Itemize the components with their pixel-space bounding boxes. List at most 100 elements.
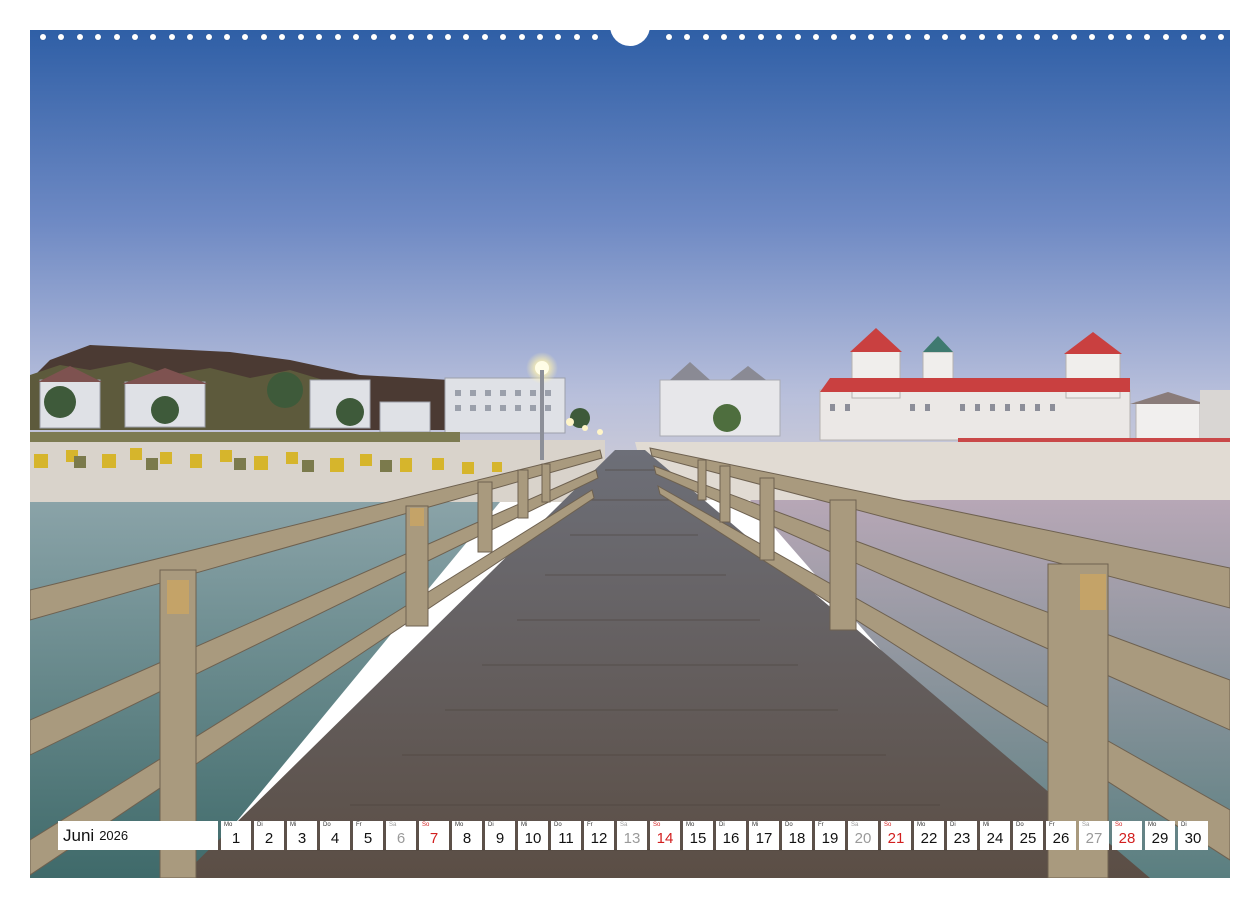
day-number: 3 bbox=[297, 830, 307, 847]
weekday-label: Di bbox=[1181, 822, 1187, 828]
day-cell: Do 11 bbox=[551, 821, 581, 850]
binding-hole bbox=[242, 34, 248, 40]
binding-hole bbox=[353, 34, 359, 40]
weekday-label: So bbox=[884, 822, 892, 828]
day-cell: Di 30 bbox=[1178, 821, 1208, 850]
binding-hole bbox=[77, 34, 83, 40]
binding-hole bbox=[979, 34, 985, 40]
binding-hole bbox=[279, 34, 285, 40]
binding-hole bbox=[224, 34, 230, 40]
binding-hole bbox=[831, 34, 837, 40]
day-number: 17 bbox=[755, 830, 773, 847]
binding-hole bbox=[371, 34, 377, 40]
weekday-label: Fr bbox=[1049, 822, 1055, 828]
binding-hole bbox=[1163, 34, 1169, 40]
binding-hole bbox=[390, 34, 396, 40]
day-cell: Di 16 bbox=[716, 821, 746, 850]
binding-hole bbox=[850, 34, 856, 40]
binding-hole bbox=[463, 34, 469, 40]
day-number: 20 bbox=[854, 830, 872, 847]
binding-hole bbox=[169, 34, 175, 40]
weekday-label: Do bbox=[323, 822, 331, 828]
binding-hole bbox=[187, 34, 193, 40]
day-number: 1 bbox=[231, 830, 241, 847]
day-cell: Do 25 bbox=[1013, 821, 1043, 850]
day-number: 22 bbox=[920, 830, 938, 847]
binding-hole bbox=[114, 34, 120, 40]
binding-hole bbox=[1218, 34, 1224, 40]
binding-hole bbox=[298, 34, 304, 40]
binding-hole bbox=[95, 34, 101, 40]
binding-hole bbox=[537, 34, 543, 40]
weekday-label: So bbox=[653, 822, 661, 828]
binding-hole bbox=[574, 34, 580, 40]
day-number: 19 bbox=[821, 830, 839, 847]
day-cell: Mi 17 bbox=[749, 821, 779, 850]
day-cell: Mo 8 bbox=[452, 821, 482, 850]
weekday-label: Sa bbox=[851, 822, 859, 828]
day-number: 11 bbox=[558, 830, 574, 847]
binding-hole bbox=[1016, 34, 1022, 40]
day-number: 21 bbox=[887, 830, 905, 847]
weekday-label: Do bbox=[785, 822, 793, 828]
weekday-label: Di bbox=[257, 822, 263, 828]
weekday-label: Di bbox=[488, 822, 494, 828]
weekday-label: Mi bbox=[521, 822, 528, 828]
day-number: 26 bbox=[1052, 830, 1070, 847]
month-year: 2026 bbox=[99, 828, 129, 843]
day-cell: Sa 6 bbox=[386, 821, 416, 850]
binding-hole bbox=[1089, 34, 1095, 40]
binding-hole bbox=[942, 34, 948, 40]
binding-hole bbox=[666, 34, 672, 40]
weekday-label: So bbox=[1115, 822, 1123, 828]
weekday-label: Mo bbox=[1148, 822, 1157, 828]
day-cell: Sa 27 bbox=[1079, 821, 1109, 850]
binding-hole bbox=[1200, 34, 1206, 40]
calendar-strip: Juni 2026 Mo 1 Di 2 Mi 3 Do 4 Fr 5 Sa 6 So 7 Mo 8 Di 9 Mi 1… bbox=[58, 821, 1208, 850]
day-cell: Do 18 bbox=[782, 821, 812, 850]
binding-hole bbox=[997, 34, 1003, 40]
binding-hole bbox=[482, 34, 488, 40]
binding-hole bbox=[40, 34, 46, 40]
binding-hole bbox=[795, 34, 801, 40]
weekday-label: Sa bbox=[620, 822, 628, 828]
day-number: 8 bbox=[462, 830, 472, 847]
day-number: 16 bbox=[722, 830, 740, 847]
day-number: 27 bbox=[1085, 830, 1103, 847]
binding-hole bbox=[500, 34, 506, 40]
weekday-label: Di bbox=[719, 822, 725, 828]
weekday-label: Di bbox=[950, 822, 956, 828]
day-cell: So 7 bbox=[419, 821, 449, 850]
binding-hole bbox=[427, 34, 433, 40]
binding-hole bbox=[206, 34, 212, 40]
day-cell: Mi 3 bbox=[287, 821, 317, 850]
day-cell: Mi 24 bbox=[980, 821, 1010, 850]
day-number: 6 bbox=[396, 830, 406, 847]
day-cell: Mo 1 bbox=[221, 821, 251, 850]
binding-hole bbox=[335, 34, 341, 40]
binding-hole bbox=[1108, 34, 1114, 40]
day-number: 10 bbox=[524, 830, 542, 847]
binding-hole bbox=[739, 34, 745, 40]
weekday-label: Sa bbox=[1082, 822, 1090, 828]
binding-hole bbox=[776, 34, 782, 40]
day-cell: Mo 15 bbox=[683, 821, 713, 850]
weekday-label: So bbox=[422, 822, 430, 828]
day-number: 12 bbox=[590, 830, 608, 847]
weekday-label: Mo bbox=[224, 822, 233, 828]
binding-hole bbox=[924, 34, 930, 40]
day-cell: Mo 22 bbox=[914, 821, 944, 850]
binding-hole bbox=[813, 34, 819, 40]
binding-hole bbox=[1034, 34, 1040, 40]
month-label-box: Juni 2026 bbox=[58, 821, 218, 850]
binding-hole bbox=[408, 34, 414, 40]
binding-hole bbox=[261, 34, 267, 40]
day-number: 23 bbox=[953, 830, 971, 847]
weekday-label: Mi bbox=[290, 822, 297, 828]
binding-hole bbox=[703, 34, 709, 40]
day-number: 9 bbox=[495, 830, 505, 847]
binding-hole bbox=[555, 34, 561, 40]
month-name: Juni bbox=[63, 825, 95, 845]
binding-hole bbox=[150, 34, 156, 40]
day-number: 4 bbox=[330, 830, 340, 847]
